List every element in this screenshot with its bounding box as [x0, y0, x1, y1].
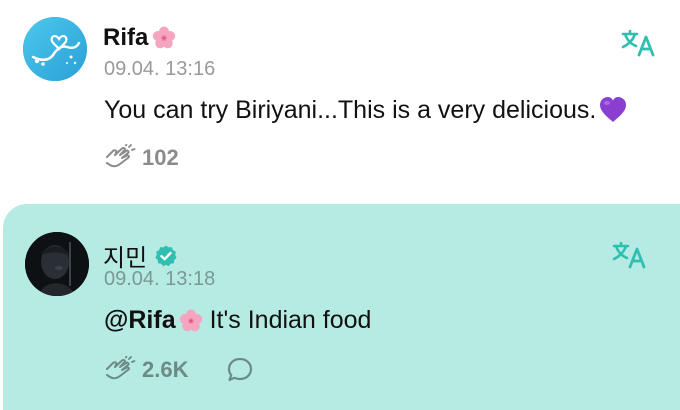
reaction-icon[interactable]	[104, 144, 136, 172]
cherry-blossom-emoji	[179, 309, 202, 331]
mention-link[interactable]: @Rifa	[104, 306, 176, 335]
comment-timestamp: 09.04. 13:18	[104, 268, 216, 290]
reaction-count: 2.6K	[142, 357, 189, 382]
reaction-count: 102	[142, 145, 179, 170]
reaction-icon[interactable]	[104, 356, 136, 384]
translate-icon[interactable]	[620, 28, 656, 58]
comment-timestamp: 09.04. 13:16	[104, 58, 216, 80]
verified-icon	[155, 245, 177, 266]
comment-rifa: Rifa 09.04. 13:16 You can try Biriyani..…	[0, 0, 680, 200]
avatar-rifa-image	[23, 17, 87, 81]
comment-icon[interactable]	[226, 356, 254, 384]
reaction-stats: 2.6K	[104, 356, 254, 384]
reaction-stats: 102	[104, 144, 179, 172]
author-name[interactable]: Rifa	[103, 24, 177, 52]
comment-text: You can try Biriyani...This is a very de…	[104, 95, 597, 124]
cherry-blossom-emoji	[153, 26, 176, 49]
purple-heart-emoji	[600, 97, 627, 122]
translate-icon[interactable]	[611, 240, 647, 270]
comment-body: You can try Biriyani...This is a very de…	[104, 95, 628, 125]
comment-body: @Rifa It's Indian food	[104, 306, 371, 335]
author-name-text: Rifa	[103, 24, 149, 51]
avatar[interactable]	[23, 17, 87, 81]
comment-thread: Rifa 09.04. 13:16 You can try Biriyani..…	[0, 0, 680, 410]
avatar[interactable]	[25, 232, 89, 296]
avatar-jimin-image	[25, 232, 89, 296]
comment-text: It's Indian food	[209, 306, 372, 334]
comment-jimin: 지민 09.04. 13:18 @Rifa It's Indian food 2…	[3, 204, 680, 410]
